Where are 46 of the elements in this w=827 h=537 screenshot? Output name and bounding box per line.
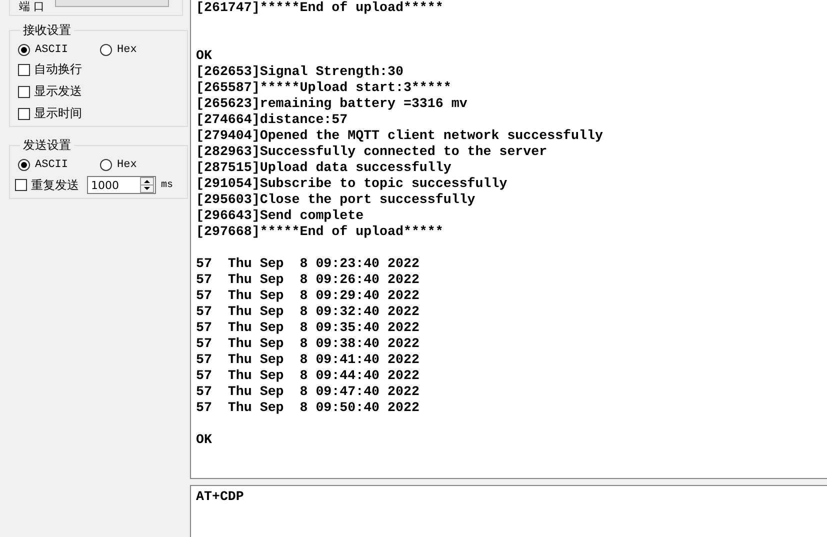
log-line: [282963]Successfully connected to the server (196, 144, 548, 160)
unit-label: ms (161, 180, 174, 190)
log-line: 57 Thu Sep 8 09:50:40 2022 (196, 400, 420, 416)
checkbox-label[interactable]: 重复发送 (31, 176, 79, 194)
radio-label[interactable]: Hex (117, 44, 137, 56)
log-line: 57 Thu Sep 8 09:32:40 2022 (196, 304, 420, 320)
port-label: 端 口 (19, 0, 44, 13)
log-line: 57 Thu Sep 8 09:29:40 2022 (196, 288, 420, 304)
log-line: 57 Thu Sep 8 09:26:40 2022 (196, 272, 420, 288)
log-line: OK (196, 432, 213, 448)
checkbox[interactable] (18, 64, 30, 76)
log-line: 57 Thu Sep 8 09:47:40 2022 (196, 384, 420, 400)
radio-button[interactable] (18, 159, 30, 171)
log-line: [291054]Subscribe to topic successfully (196, 176, 508, 192)
group-title: 接收设置 (22, 22, 72, 39)
log-line: 57 Thu Sep 8 09:38:40 2022 (196, 336, 420, 352)
log-line: [295603]Close the port successfully (196, 192, 476, 208)
checkbox-label[interactable]: 自动换行 (34, 61, 82, 78)
log-line: [265623]remaining battery =3316 mv (196, 96, 468, 112)
radio-label[interactable]: ASCII (35, 159, 68, 171)
radio-button[interactable] (100, 159, 112, 171)
radio-button[interactable] (100, 44, 112, 56)
log-line: 57 Thu Sep 8 09:44:40 2022 (196, 368, 420, 384)
radio-button[interactable] (18, 44, 30, 56)
log-line: 57 Thu Sep 8 09:23:40 2022 (196, 256, 420, 272)
checkbox-label[interactable]: 显示时间 (34, 105, 82, 122)
log-line: [297668]*****End of upload***** (196, 224, 444, 240)
checkbox[interactable] (15, 179, 27, 191)
log-line: OK (196, 48, 213, 64)
log-line: 57 Thu Sep 8 09:35:40 2022 (196, 320, 420, 336)
log-line: [296643]Send complete (196, 208, 365, 224)
checkbox[interactable] (18, 86, 30, 98)
checkbox[interactable] (18, 108, 30, 120)
port-field[interactable] (54, 0, 168, 7)
log-line: 57 Thu Sep 8 09:41:40 2022 (196, 352, 420, 368)
log-line: [287515]Upload data successfully (196, 160, 452, 176)
group-title: 发送设置 (22, 137, 72, 154)
send-input[interactable]: AT+CDP (190, 485, 827, 537)
log-line: [262653]Signal Strength:30 (196, 64, 404, 80)
log-line: [265587]*****Upload start:3***** (196, 80, 452, 96)
radio-label[interactable]: Hex (117, 159, 137, 171)
log-line: [261747]*****End of upload***** (196, 0, 444, 16)
log-line: [274664]distance:57 (196, 112, 349, 128)
log-line: [279404]Opened the MQTT client network successfully (196, 128, 604, 144)
radio-label[interactable]: ASCII (35, 44, 68, 56)
checkbox-label[interactable]: 显示发送 (34, 83, 82, 100)
